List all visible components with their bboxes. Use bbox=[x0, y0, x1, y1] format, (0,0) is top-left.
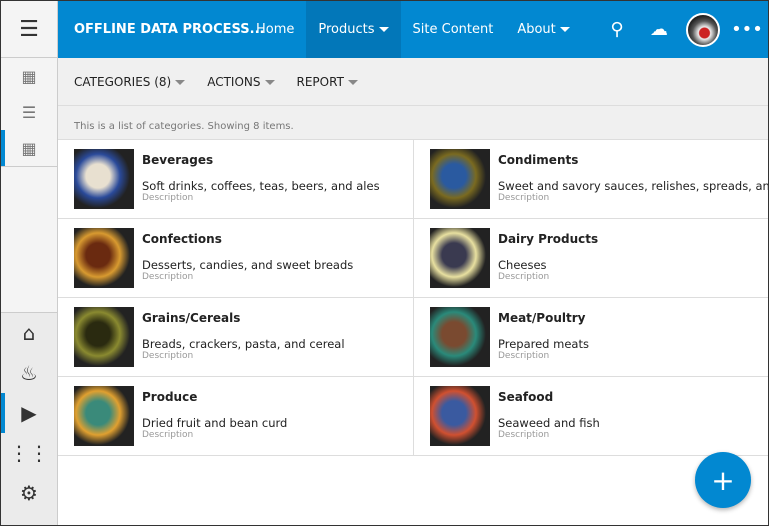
nav-label: Products bbox=[318, 22, 375, 37]
caret-down-icon bbox=[378, 27, 389, 32]
category-name: Dairy Products bbox=[498, 232, 599, 246]
category-image bbox=[430, 386, 490, 446]
category-description: Seaweed and fish bbox=[498, 416, 600, 430]
caret-down-icon bbox=[175, 79, 186, 85]
category-card[interactable]: Dairy Products Cheeses Description bbox=[414, 219, 768, 298]
report-dropdown[interactable]: REPORT bbox=[297, 75, 358, 89]
category-description: Prepared meats bbox=[498, 337, 589, 351]
nav-label: Home bbox=[256, 22, 295, 37]
nav-label: About bbox=[517, 22, 556, 37]
label: ACTIONS bbox=[207, 74, 261, 89]
category-name: Confections bbox=[142, 232, 222, 246]
category-description: Dried fruit and bean curd bbox=[142, 416, 288, 430]
categories-dropdown[interactable]: CATEGORIES (8) bbox=[74, 74, 186, 89]
category-description: Sweet and savory sauces, relishes, sprea… bbox=[498, 179, 768, 193]
category-description: Cheeses bbox=[498, 258, 547, 272]
description-label: Description bbox=[498, 193, 550, 203]
avatar[interactable] bbox=[686, 12, 720, 47]
settings-gear-icon[interactable]: ⚙ bbox=[1, 473, 57, 513]
label: CATEGORIES (8) bbox=[74, 74, 172, 89]
category-name: Meat/Poultry bbox=[498, 311, 586, 325]
divider bbox=[1, 166, 57, 167]
category-grid: Beverages Soft drinks, coffees, teas, be… bbox=[58, 140, 768, 456]
nav-site-content[interactable]: Site Content bbox=[401, 1, 506, 58]
category-name: Seafood bbox=[498, 390, 554, 404]
app-title[interactable]: OFFLINE DATA PROCESS... bbox=[58, 22, 264, 37]
description-label: Description bbox=[498, 272, 550, 282]
caret-down-icon bbox=[559, 27, 570, 32]
category-name: Grains/Cereals bbox=[142, 311, 241, 325]
description-label: Description bbox=[142, 193, 194, 203]
home-icon[interactable]: ⌂ bbox=[1, 313, 57, 353]
category-card[interactable]: Condiments Sweet and savory sauces, reli… bbox=[414, 140, 768, 219]
category-card[interactable]: Beverages Soft drinks, coffees, teas, be… bbox=[58, 140, 414, 219]
category-name: Beverages bbox=[142, 153, 214, 167]
category-image bbox=[74, 149, 134, 209]
category-card[interactable]: Produce Dried fruit and bean curd Descri… bbox=[58, 377, 414, 456]
category-card[interactable]: Meat/Poultry Prepared meats Description bbox=[414, 298, 768, 377]
category-image bbox=[430, 307, 490, 367]
description-label: Description bbox=[142, 272, 194, 282]
caret-down-icon bbox=[347, 79, 358, 85]
apps-grid-icon[interactable]: ⋮⋮ bbox=[1, 433, 57, 473]
category-card[interactable]: Grains/Cereals Breads, crackers, pasta, … bbox=[58, 298, 414, 377]
cloud-check-icon[interactable]: ☁ bbox=[638, 19, 680, 40]
list-view-icon[interactable]: ☰ bbox=[1, 94, 57, 130]
actions-dropdown[interactable]: ACTIONS bbox=[207, 74, 275, 89]
category-image bbox=[74, 386, 134, 446]
caret-down-icon bbox=[264, 79, 275, 85]
description-label: Description bbox=[498, 430, 550, 440]
grid-view-icon[interactable]: ▦ bbox=[1, 58, 57, 94]
nav-about[interactable]: About bbox=[505, 1, 581, 58]
category-description: Breads, crackers, pasta, and cereal bbox=[142, 337, 345, 351]
description-label: Description bbox=[142, 351, 194, 361]
category-image bbox=[74, 228, 134, 288]
hamburger-menu-icon[interactable]: ☰ bbox=[1, 1, 57, 58]
category-image bbox=[430, 228, 490, 288]
app-header: OFFLINE DATA PROCESS... Home Products Si… bbox=[58, 1, 768, 58]
add-button[interactable]: + bbox=[695, 452, 751, 508]
nav-products[interactable]: Products bbox=[306, 1, 401, 58]
more-icon[interactable]: ••• bbox=[726, 19, 768, 40]
category-name: Produce bbox=[142, 390, 198, 404]
category-description: Desserts, candies, and sweet breads bbox=[142, 258, 354, 272]
category-description: Soft drinks, coffees, teas, beers, and a… bbox=[142, 179, 380, 193]
category-image bbox=[74, 307, 134, 367]
media-stack-icon[interactable]: ▶ bbox=[1, 393, 57, 433]
cards-view-icon[interactable]: ▦ bbox=[1, 130, 57, 166]
nav-home[interactable]: Home bbox=[244, 1, 306, 58]
category-name: Condiments bbox=[498, 153, 579, 167]
toolbar: CATEGORIES (8) ACTIONS REPORT bbox=[58, 58, 768, 106]
category-card[interactable]: Seafood Seaweed and fish Description bbox=[414, 377, 768, 456]
category-card[interactable]: Confections Desserts, candies, and sweet… bbox=[58, 219, 414, 298]
fire-icon[interactable]: ♨ bbox=[1, 353, 57, 393]
info-text: This is a list of categories. Showing 8 … bbox=[58, 106, 768, 140]
description-label: Description bbox=[498, 351, 550, 361]
category-image bbox=[430, 149, 490, 209]
search-icon[interactable]: ⚲ bbox=[596, 19, 638, 40]
nav-label: Site Content bbox=[412, 22, 494, 37]
sidebar: ☰ ▦ ☰ ▦ ⌂ ♨ ▶ ⋮⋮ ⚙ bbox=[1, 1, 58, 525]
label: REPORT bbox=[296, 74, 344, 89]
description-label: Description bbox=[142, 430, 194, 440]
